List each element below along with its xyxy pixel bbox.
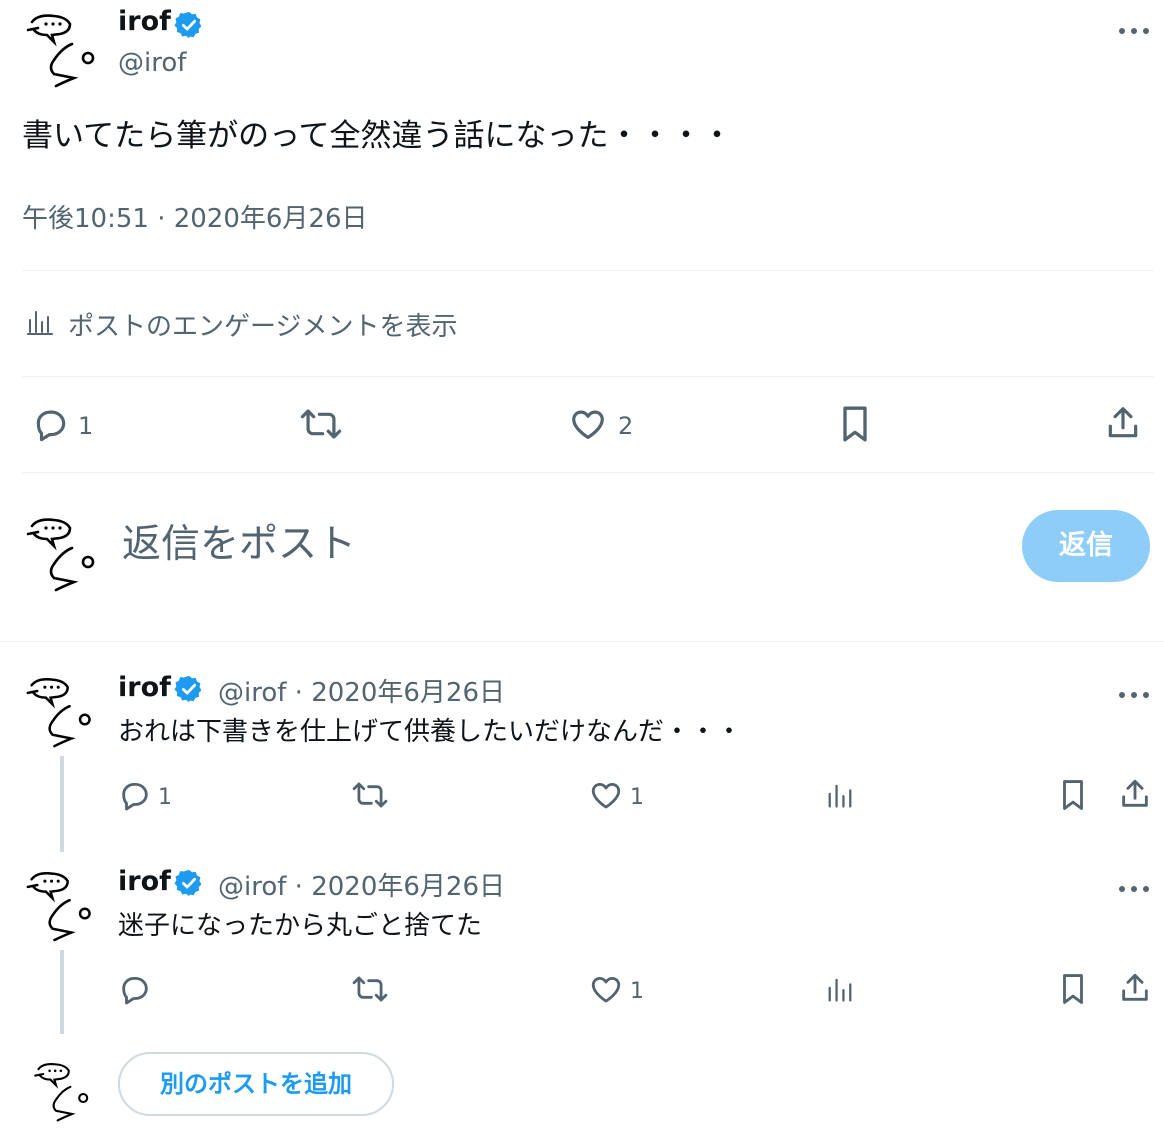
reply-button[interactable]: 1 [32, 406, 93, 446]
bookmark-icon [1058, 778, 1088, 816]
heart-icon [568, 405, 608, 447]
heart-icon [588, 778, 624, 816]
reply-icon [118, 778, 152, 816]
reply-text: 迷子になったから丸ごと捨てた [118, 911, 483, 941]
post-timestamp[interactable]: 午後10:51 · 2020年6月26日 [22, 198, 368, 235]
avatar[interactable] [24, 8, 104, 88]
reply-input[interactable]: 返信をポスト [122, 520, 356, 570]
more-options-icon[interactable] [1118, 684, 1150, 698]
retweet-button[interactable] [352, 780, 394, 814]
handle: @irof [118, 48, 187, 78]
reply-button[interactable]: 1 [118, 780, 172, 814]
retweet-icon [300, 404, 342, 448]
reply-display-name[interactable]: irof [118, 866, 171, 897]
reply-submit-button[interactable]: 返信 [1022, 510, 1150, 582]
display-name[interactable]: irof [118, 6, 171, 37]
bookmark-icon [1058, 972, 1088, 1010]
like-count: 1 [630, 978, 644, 1004]
avatar [24, 512, 104, 592]
thread-connector [60, 756, 64, 852]
more-options-icon[interactable] [1118, 878, 1150, 892]
reply-meta[interactable]: @irof · 2020年6月26日 [218, 866, 505, 903]
retweet-button[interactable] [300, 406, 350, 446]
verified-badge-icon [174, 11, 202, 39]
avatar [32, 1058, 96, 1122]
share-icon [1104, 403, 1142, 447]
reply-icon [32, 405, 70, 447]
retweet-button[interactable] [352, 974, 394, 1008]
analytics-icon [824, 779, 856, 815]
post-text: 書いてたら筆がのって全然違う話になった・・・・ [22, 118, 733, 154]
bookmark-icon [838, 404, 872, 448]
like-button[interactable]: 1 [588, 780, 644, 814]
share-button[interactable] [1118, 778, 1152, 814]
retweet-icon [352, 972, 388, 1010]
verified-badge-icon [174, 869, 202, 897]
divider [22, 376, 1154, 377]
reply-icon [118, 972, 152, 1010]
reply-count: 1 [158, 784, 172, 810]
engagement-label: ポストのエンゲージメントを表示 [68, 311, 458, 342]
divider [0, 641, 1164, 642]
reply-text: おれは下書きを仕上げて供養したいだけなんだ・・・ [118, 717, 743, 747]
analytics-button[interactable] [824, 780, 856, 814]
like-count: 1 [630, 784, 644, 810]
like-button[interactable]: 1 [588, 974, 644, 1008]
analytics-icon [26, 308, 54, 340]
divider [22, 270, 1154, 271]
add-another-post-button[interactable]: 別のポストを追加 [118, 1052, 394, 1116]
share-icon [1118, 777, 1152, 815]
reply-meta[interactable]: @irof · 2020年6月26日 [218, 672, 505, 709]
verified-badge-icon [174, 675, 202, 703]
view-engagement-link[interactable]: ポストのエンゲージメントを表示 [26, 306, 457, 342]
divider [22, 472, 1154, 473]
bookmark-button[interactable] [838, 406, 872, 446]
analytics-button[interactable] [824, 974, 856, 1008]
like-count: 2 [618, 412, 634, 440]
avatar[interactable] [24, 866, 100, 942]
share-button[interactable] [1118, 972, 1152, 1008]
reply-count: 1 [78, 412, 94, 440]
reply-display-name[interactable]: irof [118, 672, 171, 703]
analytics-icon [824, 973, 856, 1009]
reply-button[interactable] [118, 974, 158, 1008]
bookmark-button[interactable] [1058, 780, 1088, 814]
avatar[interactable] [24, 672, 100, 748]
share-icon [1118, 971, 1152, 1009]
retweet-icon [352, 778, 388, 816]
thread-connector [60, 950, 64, 1034]
like-button[interactable]: 2 [568, 406, 633, 446]
share-button[interactable] [1104, 404, 1142, 446]
heart-icon [588, 972, 624, 1010]
bookmark-button[interactable] [1058, 974, 1088, 1008]
more-options-icon[interactable] [1118, 20, 1150, 34]
